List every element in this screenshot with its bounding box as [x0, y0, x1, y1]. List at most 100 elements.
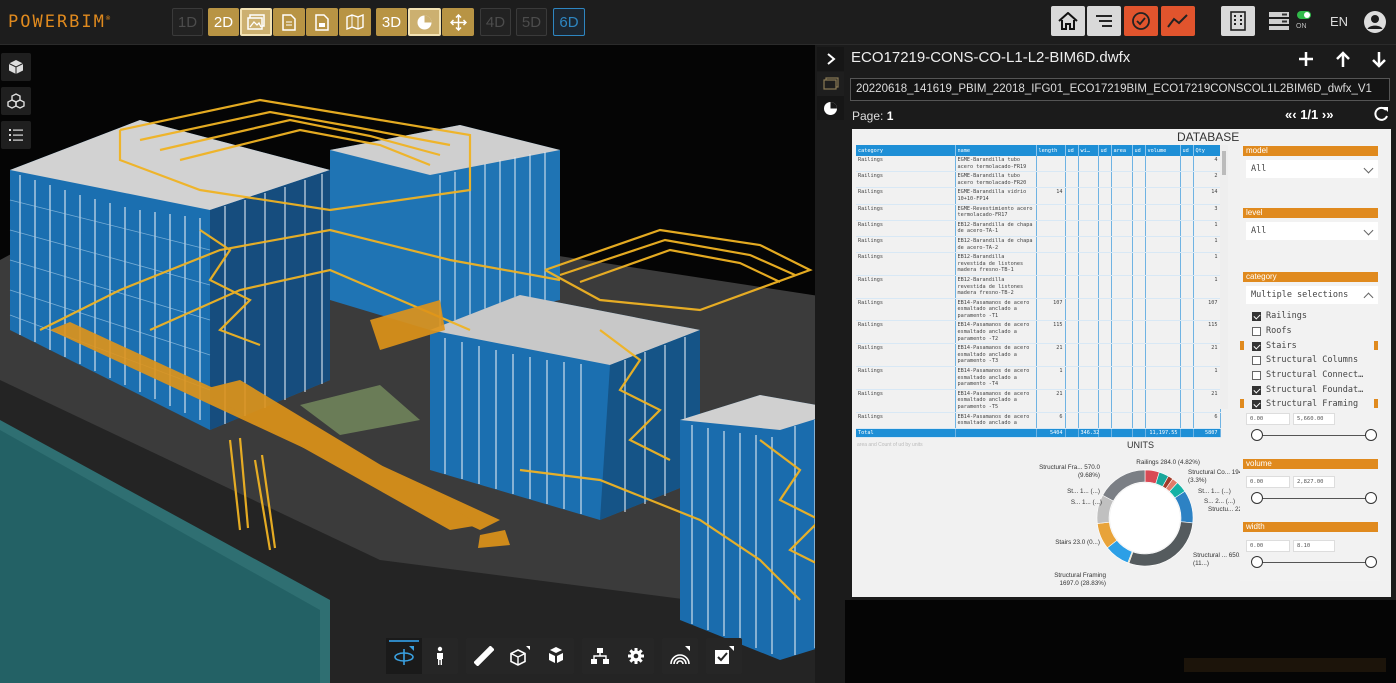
chart-report-button[interactable]	[817, 96, 844, 120]
cube-view-button[interactable]	[1, 53, 31, 81]
explode-button[interactable]	[538, 638, 574, 674]
move-down-button[interactable]	[1366, 47, 1392, 71]
move-button[interactable]	[442, 8, 474, 36]
table-scrollbar[interactable]	[1220, 145, 1228, 409]
home-button[interactable]	[1051, 6, 1085, 36]
column-header[interactable]: area	[1111, 145, 1133, 156]
orbit-button[interactable]	[386, 638, 422, 674]
dimension-2d-button[interactable]: 2D	[208, 8, 239, 36]
model-tree-button[interactable]	[582, 638, 618, 674]
table-row[interactable]: Railings EB14-Pasamanos de acero esmaltad…	[856, 366, 1221, 390]
category-option[interactable]: Structural Connect…	[1252, 368, 1363, 382]
file-name-field[interactable]: 20220618_141619_PBIM_22018_IFG01_ECO1721…	[850, 78, 1390, 101]
settings-button[interactable]	[618, 638, 654, 674]
column-header[interactable]: ud	[1098, 145, 1112, 156]
width-slider-track[interactable]	[1257, 562, 1370, 563]
column-header[interactable]: ud	[1132, 145, 1146, 156]
volume-min-input[interactable]: 0.00	[1246, 476, 1290, 488]
table-row[interactable]: Railings EGME-Barandilla vidrio 10+10-FP1…	[856, 187, 1221, 205]
column-header[interactable]: volume	[1145, 145, 1181, 156]
checkbox[interactable]	[1252, 341, 1261, 351]
length-slider-track[interactable]	[1257, 435, 1370, 436]
image-view-button[interactable]	[240, 8, 272, 36]
column-header[interactable]: wi…	[1078, 145, 1099, 156]
checklist-button[interactable]	[706, 638, 742, 674]
length-slider-max-handle[interactable]	[1365, 429, 1377, 441]
table-row[interactable]: Railings EGME-Revestimiento acero termola…	[856, 204, 1221, 221]
checkbox[interactable]	[1252, 311, 1261, 321]
category-option[interactable]: Roofs	[1252, 324, 1292, 338]
map-button[interactable]	[339, 8, 371, 36]
move-up-button[interactable]	[1330, 47, 1356, 71]
table-row[interactable]: Railings EB14-Pasamanos de acero esmaltad…	[856, 320, 1221, 345]
prev-page-button[interactable]: ‹	[1292, 107, 1296, 122]
category-option[interactable]: Stairs	[1252, 339, 1297, 353]
category-option[interactable]: Structural Framing	[1252, 397, 1358, 411]
document-button[interactable]	[273, 8, 305, 36]
analytics-button[interactable]	[1161, 6, 1195, 36]
column-header[interactable]: Qty	[1193, 145, 1221, 156]
walk-button[interactable]	[422, 638, 458, 674]
table-row[interactable]: Railings EB12-Barandilla de chapa de acer…	[856, 236, 1221, 254]
dimension-5d-button[interactable]: 5D	[516, 8, 547, 36]
dimension-4d-button[interactable]: 4D	[480, 8, 511, 36]
user-avatar-icon[interactable]	[1363, 10, 1387, 34]
length-min-input[interactable]: 0.00	[1246, 413, 1290, 425]
image-report-button[interactable]	[817, 72, 844, 96]
table-row[interactable]: Railings EB12-Barandilla revestida de lis…	[856, 252, 1221, 276]
approve-button[interactable]	[1124, 6, 1158, 36]
table-row[interactable]: Railings EB14-Pasamanos de acero esmaltad…	[856, 298, 1221, 322]
length-slider-min-handle[interactable]	[1251, 429, 1263, 441]
last-page-button[interactable]: »	[1326, 107, 1333, 122]
language-selector[interactable]: EN	[1330, 14, 1348, 29]
sheet-button[interactable]	[306, 8, 338, 36]
checkbox[interactable]	[1252, 399, 1261, 409]
table-row[interactable]: Railings EGME-Barandilla tubo acero termo…	[856, 171, 1221, 189]
rainbow-render-button[interactable]	[662, 638, 698, 674]
width-max-input[interactable]: 8.10	[1293, 540, 1335, 552]
add-button[interactable]	[1293, 47, 1319, 71]
volume-slider-max-handle[interactable]	[1365, 492, 1377, 504]
dimension-1d-button[interactable]: 1D	[172, 8, 203, 36]
measure-button[interactable]	[466, 638, 502, 674]
width-min-input[interactable]: 0.00	[1246, 540, 1290, 552]
width-slider-max-handle[interactable]	[1365, 556, 1377, 568]
column-header[interactable]: ud	[1180, 145, 1194, 156]
column-header[interactable]: length	[1036, 145, 1066, 156]
column-header[interactable]: name	[955, 145, 1037, 156]
table-row[interactable]: Railings EB14-Pasamanos de acero esmaltad…	[856, 343, 1221, 368]
building-button[interactable]	[1221, 6, 1255, 36]
checkbox[interactable]	[1252, 355, 1261, 365]
checkbox[interactable]	[1252, 370, 1261, 380]
column-header[interactable]: category	[856, 145, 956, 156]
model-dropdown[interactable]: All	[1246, 160, 1378, 178]
units-donut-chart[interactable]	[1090, 463, 1200, 573]
volume-slider-min-handle[interactable]	[1251, 492, 1263, 504]
building-model-render[interactable]	[0, 45, 845, 683]
checkbox[interactable]	[1252, 385, 1261, 395]
table-row[interactable]: Railings EB14-Pasamanos de acero esmaltad…	[856, 412, 1221, 429]
dimension-6d-button[interactable]: 6D	[553, 8, 585, 36]
category-dropdown[interactable]: Multiple selections	[1246, 286, 1378, 304]
section-box-button[interactable]	[502, 638, 538, 674]
table-row[interactable]: Railings EB12-Barandilla de chapa de acer…	[856, 220, 1221, 237]
collapse-panel-button[interactable]	[817, 47, 844, 71]
category-option[interactable]: Structural Columns	[1252, 353, 1358, 367]
outline-button[interactable]	[1087, 6, 1121, 36]
bim-3d-viewport[interactable]	[0, 45, 845, 683]
column-header[interactable]: ud	[1065, 145, 1079, 156]
width-slider-min-handle[interactable]	[1251, 556, 1263, 568]
table-row[interactable]: Railings EB14-Pasamanos de acero esmaltad…	[856, 389, 1221, 413]
refresh-icon[interactable]	[1372, 105, 1390, 123]
category-option[interactable]: Railings	[1252, 309, 1307, 323]
table-row[interactable]: Railings EB12-Barandilla revestida de lis…	[856, 275, 1221, 299]
components-button[interactable]	[1, 87, 31, 115]
checkbox[interactable]	[1252, 326, 1261, 336]
length-max-input[interactable]: 5,660.00	[1293, 413, 1335, 425]
volume-slider-track[interactable]	[1257, 498, 1370, 499]
category-option[interactable]: Structural Foundat…	[1252, 383, 1363, 397]
pie-chart-button[interactable]	[408, 8, 441, 36]
dimension-3d-button[interactable]: 3D	[376, 8, 407, 36]
list-button[interactable]	[1, 121, 31, 149]
connection-toggle[interactable]	[1297, 11, 1311, 19]
